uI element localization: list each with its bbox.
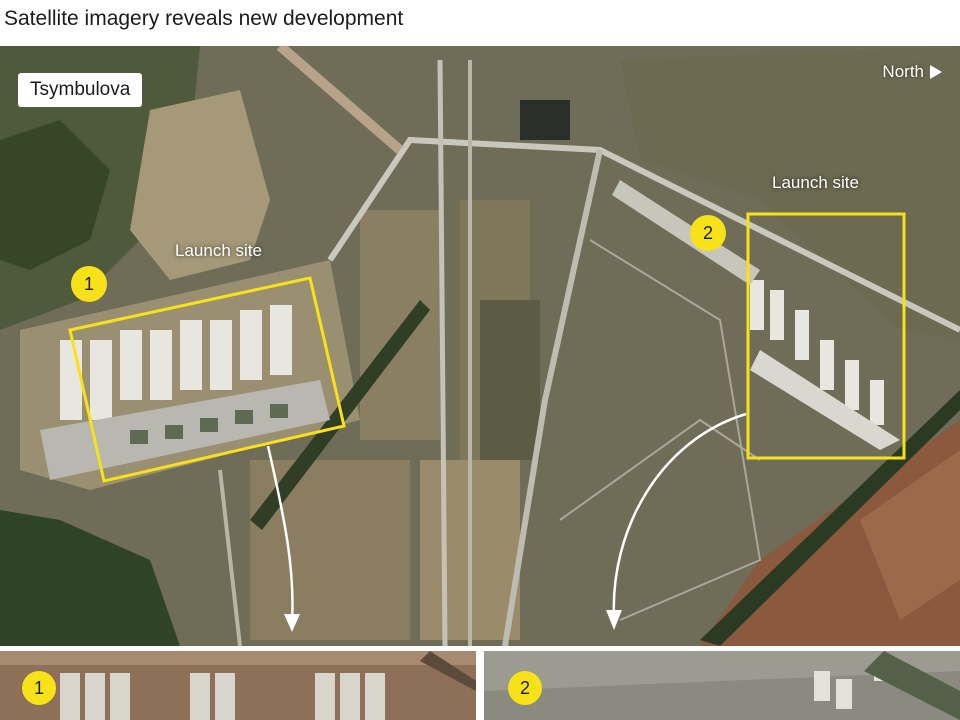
site-1-label: Launch site bbox=[175, 241, 262, 260]
inset-site-1: 1 bbox=[0, 651, 476, 720]
satellite-map bbox=[0, 46, 960, 646]
site-2-label: Launch site bbox=[772, 173, 859, 192]
inset-1-image bbox=[0, 651, 476, 720]
inset-1-marker: 1 bbox=[22, 671, 56, 705]
site-1-marker: 1 bbox=[71, 266, 107, 302]
place-label: Tsymbulova bbox=[18, 73, 143, 107]
north-arrow-icon bbox=[930, 65, 942, 79]
satellite-image bbox=[0, 46, 960, 646]
north-label: North bbox=[882, 62, 924, 81]
inset-2-marker: 2 bbox=[508, 671, 542, 705]
north-indicator: North bbox=[882, 62, 942, 82]
inset-2-image bbox=[484, 651, 960, 720]
site-2-marker: 2 bbox=[690, 215, 726, 251]
header: Satellite imagery reveals new developmen… bbox=[0, 0, 960, 46]
page-title: Satellite imagery reveals new developmen… bbox=[4, 7, 404, 30]
inset-site-2: 2 bbox=[484, 651, 960, 720]
